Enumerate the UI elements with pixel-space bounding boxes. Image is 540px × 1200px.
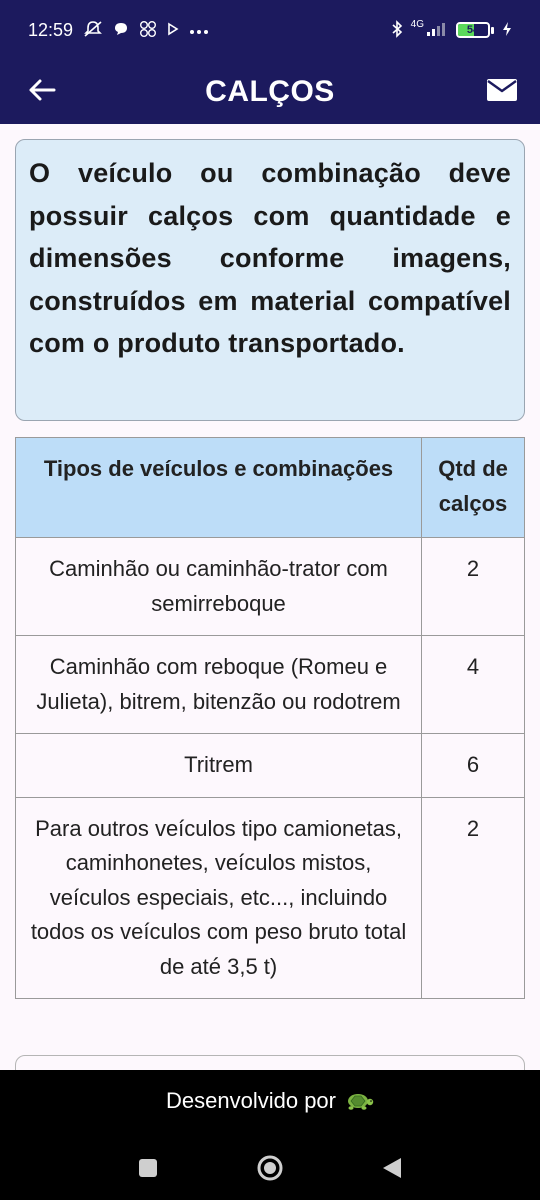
status-time: 12:59	[28, 19, 74, 40]
charging-icon	[502, 21, 512, 40]
home-button[interactable]	[250, 1150, 290, 1190]
quantity-cell: 6	[421, 733, 525, 798]
square-icon	[137, 1157, 159, 1184]
quantity-cell: 4	[421, 635, 525, 734]
vehicle-type-cell: Para outros veículos tipo camionetas, ca…	[14, 796, 423, 999]
status-left: 12:59	[28, 20, 209, 41]
triangle-icon	[381, 1156, 403, 1185]
back-button[interactable]	[22, 72, 62, 112]
app-bar: CALÇOS	[0, 60, 540, 124]
circle-icon	[256, 1154, 284, 1187]
chat-icon	[113, 21, 129, 40]
turtle-icon	[344, 1090, 374, 1112]
battery-level: 54	[466, 24, 480, 36]
quantity-cell: 2	[421, 796, 525, 999]
status-right: 4G 54	[391, 20, 512, 41]
bluetooth-icon	[391, 19, 403, 41]
pinwheel-icon	[139, 20, 157, 41]
table-row: Caminhão com reboque (Romeu e Julieta), …	[14, 635, 525, 734]
content-scroll-area[interactable]: O veículo ou combinação deve possuir cal…	[0, 124, 540, 1070]
credit-text: Desenvolvido por	[166, 1088, 336, 1113]
info-text: O veículo ou combinação deve possuir cal…	[29, 158, 511, 358]
nav-back-button[interactable]	[372, 1150, 412, 1190]
more-dots-icon	[189, 23, 209, 38]
recents-button[interactable]	[128, 1150, 168, 1190]
vehicle-type-cell: Tritrem	[14, 733, 423, 798]
battery-body: 54	[456, 22, 490, 38]
play-icon	[167, 22, 179, 39]
network-label: 4G	[410, 19, 424, 30]
table-row: Para outros veículos tipo camionetas, ca…	[14, 796, 525, 999]
battery-indicator: 54	[456, 22, 494, 38]
mail-icon	[486, 78, 518, 107]
header-quantity: Qtd de calços	[421, 437, 525, 538]
calcos-table: Tipos de veículos e combinações Qtd de c…	[14, 437, 525, 999]
next-card	[15, 1055, 525, 1070]
table-row: Tritrem 6	[14, 733, 525, 798]
vehicle-type-cell: Caminhão com reboque (Romeu e Julieta), …	[14, 635, 423, 734]
vehicle-type-cell: Caminhão ou caminhão-trator com semirreb…	[14, 537, 423, 636]
signal-icon	[426, 21, 448, 40]
header-vehicle-types: Tipos de veículos e combinações	[14, 437, 423, 538]
table-row: Caminhão ou caminhão-trator com semirreb…	[14, 537, 525, 636]
table-header-row: Tipos de veículos e combinações Qtd de c…	[14, 437, 525, 538]
system-nav-bar	[0, 1150, 540, 1190]
footer: Desenvolvido por	[0, 1070, 540, 1200]
footer-credit: Desenvolvido por	[0, 1088, 540, 1114]
muted-icon	[83, 20, 103, 41]
page-title: CALÇOS	[205, 75, 335, 108]
info-card: O veículo ou combinação deve possuir cal…	[15, 139, 525, 421]
battery-tip	[491, 26, 494, 34]
mail-button[interactable]	[480, 70, 524, 114]
arrow-left-icon	[28, 78, 56, 107]
status-bar: 12:59 4G 54	[0, 0, 540, 60]
quantity-cell: 2	[421, 537, 525, 636]
